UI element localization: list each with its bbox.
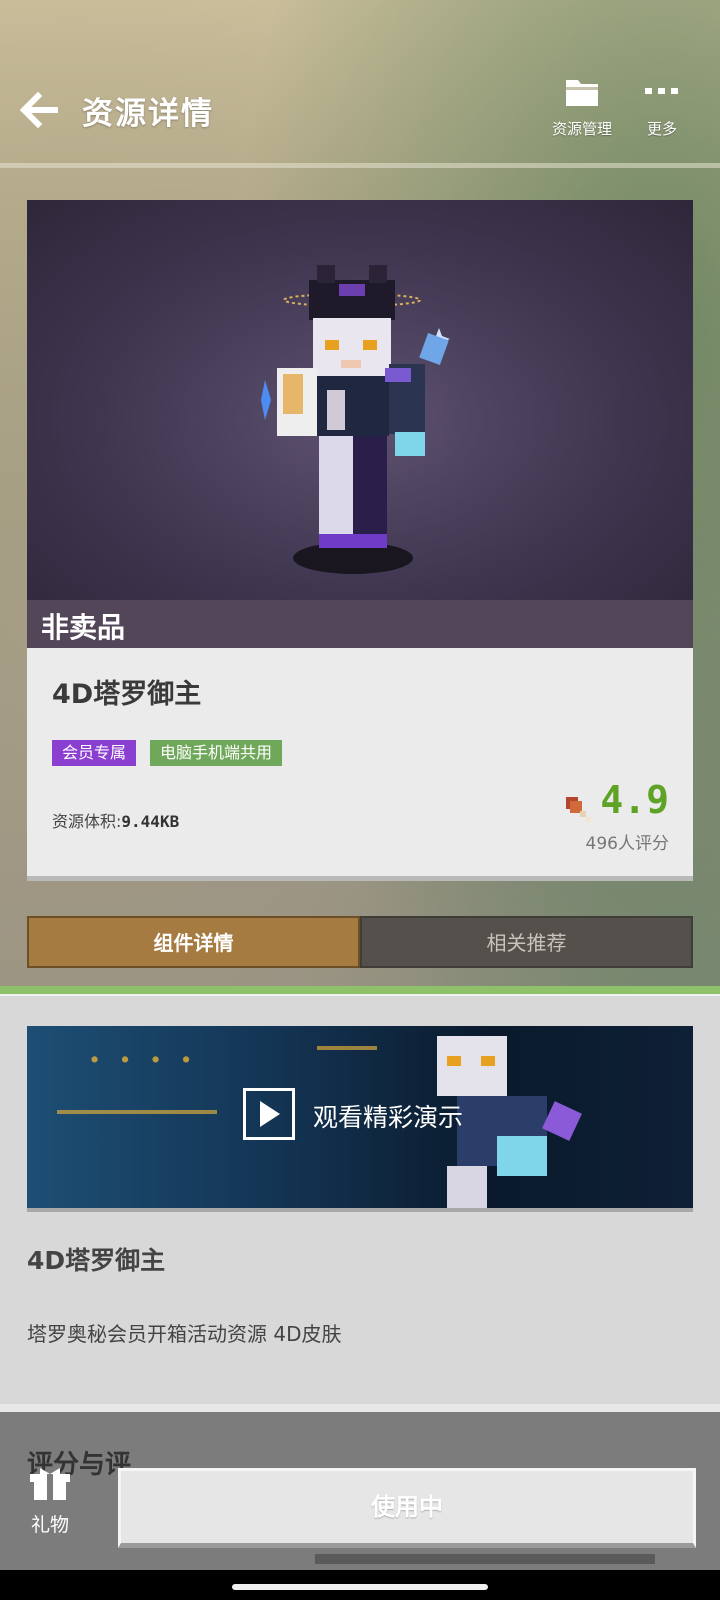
page-title: 资源详情 xyxy=(82,96,214,132)
play-icon xyxy=(260,1101,280,1127)
resource-size-value: 9.44KB xyxy=(121,812,180,831)
header-divider xyxy=(0,163,720,168)
gift-icon xyxy=(30,1468,70,1500)
not-for-sale-label: 非卖品 xyxy=(41,611,126,644)
bottom-divider xyxy=(0,1404,720,1412)
watch-demo-label[interactable]: 观看精彩演示 xyxy=(313,1098,463,1134)
skin-preview[interactable] xyxy=(27,200,693,600)
not-for-sale-banner: 非卖品 xyxy=(27,600,693,648)
resource-card: 非卖品 4D塔罗御主 会员专属 电脑手机端共用 资源体积:9.44KB 4.9 … xyxy=(27,200,693,881)
tab-related-recommendations[interactable]: 相关推荐 xyxy=(360,916,693,968)
more-button[interactable]: 更多 xyxy=(632,76,692,139)
skin-character-image xyxy=(261,265,450,574)
more-label: 更多 xyxy=(646,120,677,138)
gift-button[interactable]: 礼物 xyxy=(20,1464,80,1537)
resource-size: 资源体积:9.44KB xyxy=(52,808,179,832)
folder-icon xyxy=(566,80,598,106)
resource-title: 4D塔罗御主 xyxy=(52,679,202,710)
detail-tabs: 组件详情 相关推荐 xyxy=(27,916,693,968)
member-exclusive-tag: 会员专属 xyxy=(52,740,137,766)
resource-info-panel: 4D塔罗御主 会员专属 电脑手机端共用 资源体积:9.44KB 4.9 496人… xyxy=(27,648,693,881)
back-button[interactable] xyxy=(18,88,64,132)
resource-size-label: 资源体积: xyxy=(52,812,122,831)
section-divider xyxy=(0,986,720,994)
rating-count: 496人评分 xyxy=(585,833,669,854)
demo-video[interactable]: · · · · 观看精彩演示 xyxy=(27,1026,693,1212)
top-bar: 资源详情 资源管理 更多 xyxy=(0,60,720,168)
detail-content: · · · · 观看精彩演示 4D塔罗御主 塔罗奥秘会员开箱活动资源 4D皮肤 xyxy=(0,994,720,1406)
home-indicator[interactable] xyxy=(232,1584,488,1590)
rating-bar-peek xyxy=(315,1554,655,1564)
more-dots-icon xyxy=(645,88,678,94)
detail-title: 4D塔罗御主 xyxy=(27,1246,166,1275)
rating-block[interactable]: 4.9 496人评分 xyxy=(562,778,669,854)
play-button[interactable] xyxy=(243,1088,295,1140)
rating-score: 4.9 xyxy=(600,778,669,822)
cross-platform-tag: 电脑手机端共用 xyxy=(150,740,283,766)
in-use-button[interactable]: 使用中 xyxy=(118,1468,696,1548)
drumstick-icon xyxy=(566,796,592,822)
gift-label: 礼物 xyxy=(30,1514,69,1536)
tab-component-details[interactable]: 组件详情 xyxy=(27,916,360,968)
detail-description: 塔罗奥秘会员开箱活动资源 4D皮肤 xyxy=(27,1322,342,1346)
back-arrow-icon xyxy=(19,91,58,129)
resource-manage-label: 资源管理 xyxy=(551,120,612,138)
svg-text:· · · ·: · · · · xyxy=(87,1032,194,1088)
resource-manage-button[interactable]: 资源管理 xyxy=(546,76,618,139)
